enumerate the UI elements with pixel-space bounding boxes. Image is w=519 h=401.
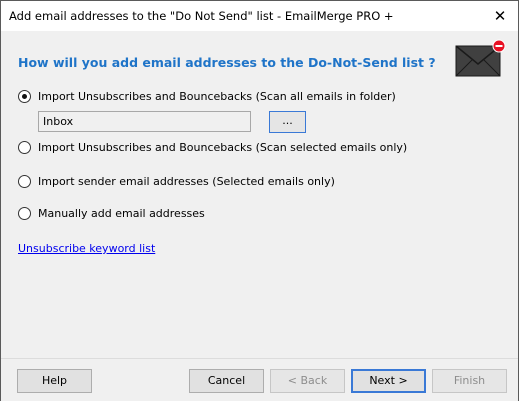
window-title: Add email addresses to the "Do Not Send"… <box>9 9 394 23</box>
dialog-window: Add email addresses to the "Do Not Send"… <box>0 0 519 401</box>
option-label: Manually add email addresses <box>38 207 205 220</box>
wizard-content: How will you add email addresses to the … <box>1 31 518 358</box>
radio-button[interactable] <box>18 141 31 154</box>
close-icon[interactable]: ✕ <box>482 1 518 31</box>
radio-button[interactable] <box>18 175 31 188</box>
option-label: Import Unsubscribes and Bouncebacks (Sca… <box>38 141 408 154</box>
help-button[interactable]: Help <box>17 369 92 393</box>
folder-field[interactable]: Inbox <box>38 111 251 132</box>
radio-button[interactable] <box>18 207 31 220</box>
radio-button-selected[interactable] <box>18 90 31 103</box>
back-button[interactable]: < Back <box>270 369 345 393</box>
option-manually-add[interactable]: Manually add email addresses <box>18 207 205 220</box>
option-label: Import Unsubscribes and Bouncebacks (Sca… <box>38 90 396 103</box>
option-scan-all-emails[interactable]: Import Unsubscribes and Bouncebacks (Sca… <box>18 90 396 103</box>
finish-button[interactable]: Finish <box>432 369 507 393</box>
option-scan-selected-emails[interactable]: Import Unsubscribes and Bouncebacks (Sca… <box>18 141 407 154</box>
envelope-remove-icon <box>455 39 506 77</box>
page-title: How will you add email addresses to the … <box>18 55 436 70</box>
button-bar: Help Cancel < Back Next > Finish <box>1 358 518 401</box>
next-button[interactable]: Next > <box>351 369 426 393</box>
title-bar: Add email addresses to the "Do Not Send"… <box>1 1 518 31</box>
browse-folder-button[interactable]: ... <box>269 111 306 133</box>
option-label: Import sender email addresses (Selected … <box>38 175 335 188</box>
cancel-button[interactable]: Cancel <box>189 369 264 393</box>
unsubscribe-keyword-link[interactable]: Unsubscribe keyword list <box>18 242 155 255</box>
option-import-sender-addresses[interactable]: Import sender email addresses (Selected … <box>18 175 335 188</box>
